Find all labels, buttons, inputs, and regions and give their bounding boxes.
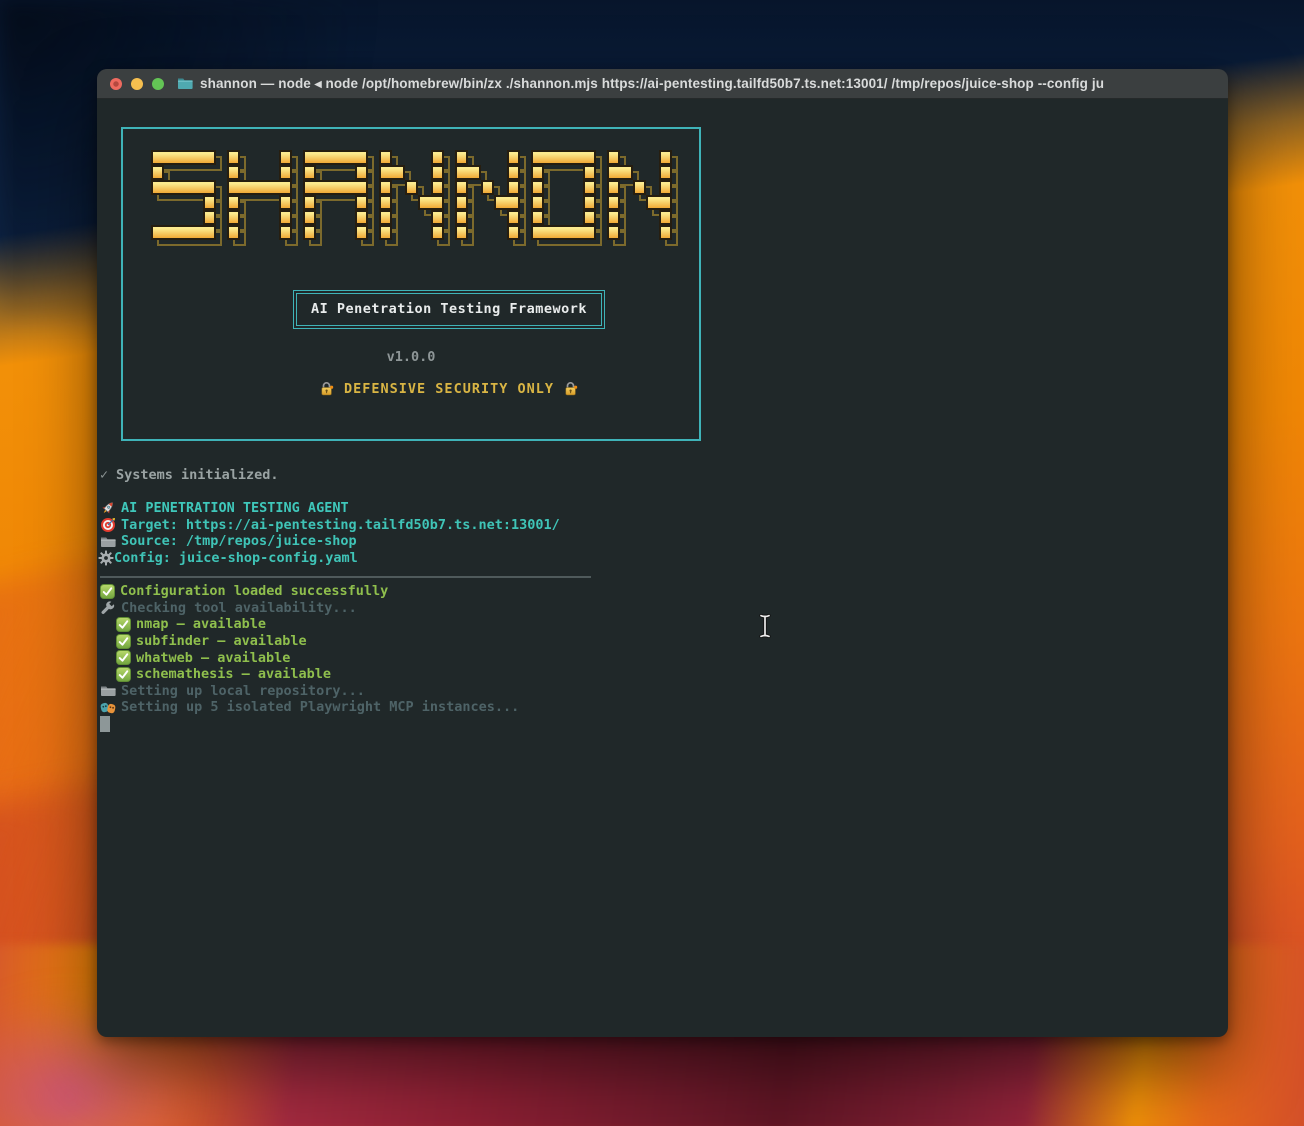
folder-icon [100, 683, 116, 699]
status-line: subfinder — available [100, 633, 1228, 650]
zoom-button[interactable] [152, 78, 164, 90]
minimize-button[interactable] [131, 78, 143, 90]
status-line: Setting up local repository... [100, 683, 1228, 700]
framework-label-box: AI Penetration Testing Framework [296, 293, 602, 326]
divider-rule [100, 576, 591, 578]
logo-letter [151, 150, 216, 240]
logo-letter [531, 150, 596, 240]
target-icon [100, 517, 116, 533]
cursor-line [100, 716, 1228, 733]
status-line: Checking tool availability... [100, 600, 1228, 617]
proxy-folder-icon [177, 77, 193, 91]
check-icon [100, 584, 115, 599]
lock-icon [563, 381, 579, 397]
check-icon [116, 667, 131, 682]
titlebar[interactable]: shannon — node ◂ node /opt/homebrew/bin/… [97, 69, 1228, 99]
check-icon [116, 650, 131, 665]
masks-icon [100, 700, 116, 716]
config-line: Config:juice-shop-config.yaml [100, 550, 1228, 567]
status-line: nmap — available [100, 616, 1228, 633]
desktop: shannon — node ◂ node /opt/homebrew/bin/… [0, 0, 1304, 1126]
window-title: shannon — node ◂ node /opt/homebrew/bin/… [200, 76, 1218, 92]
divider-line [100, 567, 1228, 584]
close-button[interactable] [110, 78, 122, 90]
status-line: schemathesis — available [100, 666, 1228, 683]
logo-letter [455, 150, 520, 240]
checkmark-glyph: ✓ [100, 467, 113, 484]
version-label: v1.0.0 [387, 349, 436, 366]
logo-letter [227, 150, 292, 240]
terminal-content[interactable]: AI Penetration Testing Framework v1.0.0 … [97, 99, 1228, 1037]
rocket-icon [100, 500, 116, 516]
security-notice-text: DEFENSIVE SECURITY ONLY [344, 381, 554, 398]
framework-label: AI Penetration Testing Framework [311, 301, 587, 317]
status-lines: Configuration loaded successfullyCheckin… [100, 583, 1228, 716]
target-line: Target:https://ai-pentesting.tailfd50b7.… [100, 517, 1228, 534]
security-notice: DEFENSIVE SECURITY ONLY [319, 381, 579, 398]
shannon-ascii-logo [151, 150, 672, 246]
folder-icon [100, 534, 116, 550]
source-line: Source:/tmp/repos/juice-shop [100, 533, 1228, 550]
blank-line [100, 484, 1228, 501]
status-line: whatweb — available [100, 650, 1228, 667]
status-line: Setting up 5 isolated Playwright MCP ins… [100, 699, 1228, 716]
wrench-icon [100, 600, 116, 616]
terminal-cursor [100, 716, 110, 732]
logo-letter [607, 150, 672, 240]
logo-letter [379, 150, 444, 240]
agent-heading-line: AI PENETRATION TESTING AGENT [100, 500, 1228, 517]
check-icon [116, 634, 131, 649]
systems-initialized-line: ✓Systems initialized. [100, 467, 1228, 484]
status-line: Configuration loaded successfully [100, 583, 1228, 600]
gear-icon [98, 550, 114, 566]
terminal-log: ✓Systems initialized. AI PENETRATION TES… [100, 467, 1228, 733]
terminal-window: shannon — node ◂ node /opt/homebrew/bin/… [97, 69, 1228, 1037]
lock-icon [319, 381, 335, 397]
check-icon [116, 617, 131, 632]
banner-box: AI Penetration Testing Framework v1.0.0 … [121, 127, 701, 441]
logo-letter [303, 150, 368, 240]
